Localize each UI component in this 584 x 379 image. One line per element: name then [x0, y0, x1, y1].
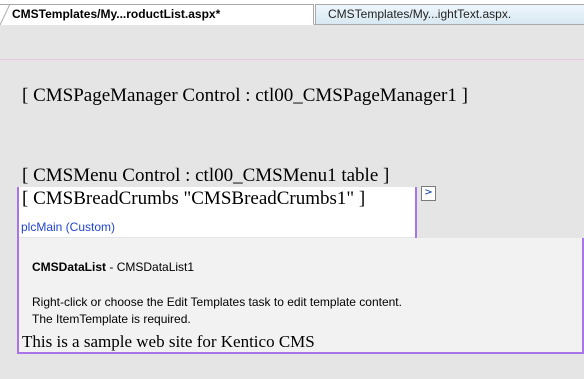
datalist-type: CMSDataList [32, 260, 107, 274]
tab-productlist[interactable]: CMSTemplates/My...roductList.aspx* [0, 4, 314, 25]
page-divider [0, 59, 584, 60]
document-tab-strip: CMSTemplates/My...roductList.aspx* CMSTe… [0, 0, 584, 25]
datalist-description-line2: The ItemTemplate is required. [32, 312, 191, 326]
datalist-separator: - [106, 260, 117, 274]
datalist-title: CMSDataList - CMSDataList1 [32, 260, 194, 274]
datalist-description-line1: Right-click or choose the Edit Templates… [32, 295, 402, 309]
smart-tag-chevron-icon[interactable]: > [421, 186, 436, 201]
placeholder-label[interactable]: plcMain (Custom) [17, 217, 417, 237]
page-manager-control[interactable]: [ CMSPageManager Control : ctl00_CMSPage… [22, 85, 468, 107]
sample-text: This is a sample web site for Kentico CM… [22, 332, 315, 351]
datalist-description: Right-click or choose the Edit Templates… [32, 294, 577, 328]
datalist-instance: CMSDataList1 [116, 260, 195, 274]
tab-righttext[interactable]: CMSTemplates/My...ightText.aspx. [315, 4, 584, 25]
breadcrumbs-control[interactable]: [ CMSBreadCrumbs "CMSBreadCrumbs1" ] [22, 188, 365, 210]
tab-slant-edge [0, 4, 10, 25]
menu-control[interactable]: [ CMSMenu Control : ctl00_CMSMenu1 table… [22, 165, 389, 187]
design-surface: [ CMSPageManager Control : ctl00_CMSPage… [0, 25, 584, 379]
